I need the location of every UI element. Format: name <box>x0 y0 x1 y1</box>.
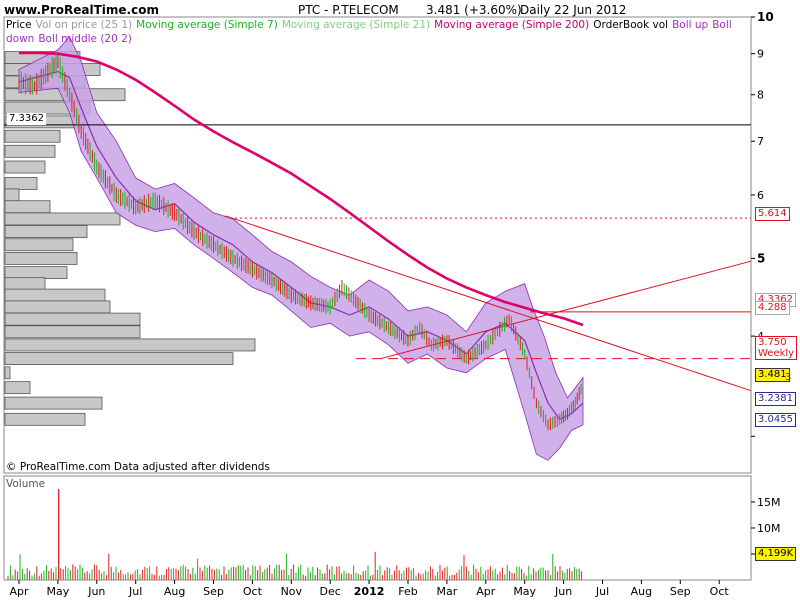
site-title[interactable]: www.ProRealTime.com <box>4 3 159 17</box>
indicator-legend: Price Vol on price (25 1) Moving average (… <box>6 18 746 46</box>
volume-profile-bar <box>4 200 51 214</box>
x-tick-label: Sep <box>203 585 224 598</box>
x-tick-label: Apr <box>9 585 29 598</box>
label-weekly: Weekly <box>758 348 795 359</box>
volume-profile-bar <box>4 412 86 426</box>
y-tick-label: 5 <box>757 251 765 265</box>
legend-item: Moving average (Simple 200) <box>434 19 590 31</box>
x-tick-label: Mar <box>437 585 458 598</box>
label-7-3362: 7.3362 <box>7 113 46 125</box>
volume-profile-bar <box>4 177 38 190</box>
volume-tick-label: 15M <box>757 496 781 509</box>
x-tick-label: Aug <box>164 585 185 598</box>
volume-profile-bar <box>4 238 74 252</box>
label-5-614: 5.614 <box>755 207 790 221</box>
y-tick-label: 9 <box>757 48 764 61</box>
legend-item: Vol on price (25 1) <box>35 19 133 31</box>
y-tick-label: 6 <box>757 189 764 202</box>
legend-item: OrderBook vol <box>593 19 669 31</box>
label-4-288: 4.288 <box>755 301 790 315</box>
label-3-0455: 3.0455 <box>755 413 796 427</box>
y-tick-label: 7 <box>757 135 764 148</box>
volume-profile-bar <box>4 366 11 380</box>
x-tick-label: Jul <box>595 585 609 598</box>
label-volume-current: 4,199K <box>755 547 797 561</box>
price-info: 3.481 (+3.60%) <box>426 3 522 17</box>
volume-profile-bar <box>4 188 20 202</box>
x-tick-label: Nov <box>281 585 303 598</box>
x-tick-label: Aug <box>631 585 652 598</box>
x-tick-label: Feb <box>398 585 417 598</box>
x-tick-label: Oct <box>243 585 263 598</box>
y-tick-label: 10 <box>757 10 774 24</box>
footer-note: © ProRealTime.com Data adjusted after di… <box>6 461 270 473</box>
x-tick-label: Oct <box>710 585 730 598</box>
label-3-750: 3.750 Weekly <box>755 336 798 360</box>
x-tick-label: Apr <box>476 585 496 598</box>
x-tick-label: Dec <box>320 585 341 598</box>
x-tick-label: Sep <box>670 585 691 598</box>
volume-profile-bar <box>4 312 141 326</box>
label-partial: 3 <box>785 372 792 383</box>
chart-canvas: 4567891015M10M5MAprMayJunJulAugSepOctNov… <box>3 10 781 598</box>
x-tick-label: Jun <box>87 585 105 598</box>
volume-profile-bar <box>4 212 121 226</box>
legend-item: Boll up <box>672 19 709 31</box>
legend-item: Moving average (Simple 7) <box>136 19 278 31</box>
legend-item: Moving average (Simple 21) <box>281 19 431 31</box>
volume-profile-bar <box>4 300 111 314</box>
label-3-2381: 3.2381 <box>755 392 796 406</box>
volume-profile-bar <box>4 225 88 238</box>
x-tick-label: 2012 <box>354 585 385 598</box>
symbol-title: PTC - P.TELECOM <box>298 3 399 17</box>
volume-profile-bar <box>4 160 46 174</box>
volume-panel-title: Volume <box>6 478 46 490</box>
volume-panel-frame <box>3 475 752 581</box>
volume-profile-bar <box>4 144 56 158</box>
y-tick-label: 8 <box>757 89 764 102</box>
label-3-750-value: 3.750 <box>758 337 787 348</box>
legend-item: Boll middle (20 2) <box>38 33 132 45</box>
volume-profile-bar <box>4 338 256 352</box>
volume-profile-bar <box>4 381 31 395</box>
x-tick-label: Jul <box>128 585 142 598</box>
x-tick-label: Jun <box>554 585 572 598</box>
volume-profile-bar <box>4 288 106 302</box>
volume-profile-bar <box>4 129 61 143</box>
x-tick-label: May <box>47 585 70 598</box>
volume-profile-bar <box>4 352 234 365</box>
volume-profile-bar <box>4 277 46 291</box>
volume-profile-bar <box>4 252 78 265</box>
volume-profile-bar <box>4 266 68 280</box>
volume-profile-bar <box>4 396 103 410</box>
legend-item: Price <box>6 19 32 31</box>
price-panel-frame <box>3 16 752 474</box>
x-tick-label: May <box>513 585 536 598</box>
volume-profile-bar <box>4 325 141 339</box>
period-date: Daily 22 Jun 2012 <box>520 3 627 17</box>
volume-tick-label: 10M <box>757 522 781 535</box>
